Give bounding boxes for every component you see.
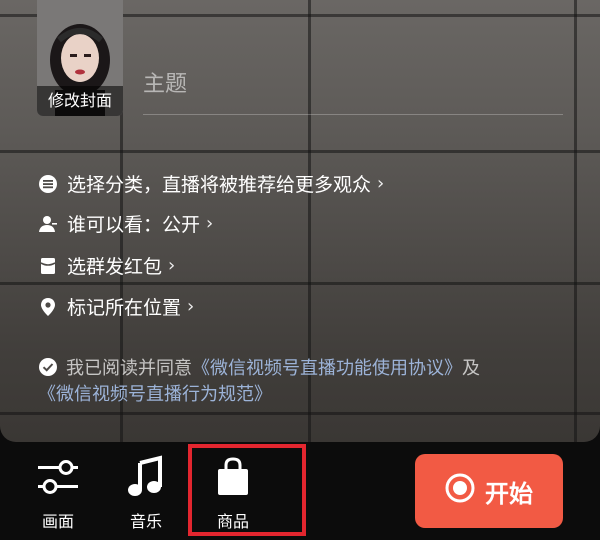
option-location-label: 标记所在位置 [67, 297, 182, 319]
cover-thumbnail[interactable]: 修改封面 [37, 0, 123, 116]
wall-line [0, 150, 600, 153]
topic-underline [143, 114, 563, 115]
check-circle-icon[interactable] [38, 357, 58, 377]
list-icon [38, 174, 58, 194]
agreement-prefix: 我已阅读并同意 [66, 358, 192, 379]
option-visibility-label: 谁可以看：公开 [67, 214, 201, 236]
wall-line [0, 412, 600, 415]
option-red-packet[interactable]: 选群发红包 › [38, 252, 175, 279]
option-category-label: 选择分类，直播将被推荐给更多观众 [67, 174, 372, 196]
chevron-right-icon: › [168, 255, 176, 276]
toolbar-music-label: 音乐 [129, 512, 162, 531]
toolbar-music-button[interactable]: 音乐 [106, 454, 186, 532]
camera-preview: 修改封面 主题 选择分类，直播将被推荐给更多观众 › 谁可以看：公开 › 选群发… [0, 0, 600, 442]
option-visibility[interactable]: 谁可以看：公开 › [38, 210, 213, 237]
usage-agreement-link[interactable]: 《微信视频号直播功能使用协议》 [192, 358, 462, 379]
chevron-right-icon: › [377, 173, 385, 194]
option-category[interactable]: 选择分类，直播将被推荐给更多观众 › [38, 170, 384, 197]
topic-input[interactable]: 主题 [143, 66, 187, 98]
location-pin-icon [38, 297, 58, 317]
toolbar-picture-button[interactable]: 画面 [18, 454, 98, 532]
start-live-button[interactable]: 开始 [415, 454, 563, 528]
wall-line [0, 282, 600, 285]
highlight-box [188, 444, 306, 536]
conduct-rules-link[interactable]: 《微信视频号直播行为规范》 [38, 384, 272, 405]
option-red-packet-label: 选群发红包 [67, 256, 163, 278]
person-icon [38, 214, 58, 234]
sliders-icon [34, 454, 82, 500]
red-packet-icon [38, 256, 58, 276]
edit-cover-label: 修改封面 [37, 86, 123, 116]
chevron-right-icon: › [187, 296, 195, 317]
chevron-right-icon: › [206, 213, 214, 234]
start-label: 开始 [485, 479, 533, 508]
record-icon [445, 473, 475, 509]
agreement-text: 我已阅读并同意《微信视频号直播功能使用协议》及《微信视频号直播行为规范》 [38, 356, 578, 408]
option-location[interactable]: 标记所在位置 › [38, 293, 194, 320]
agreement-middle: 及 [462, 358, 480, 379]
music-note-icon [122, 454, 170, 500]
toolbar-picture-label: 画面 [41, 512, 74, 531]
